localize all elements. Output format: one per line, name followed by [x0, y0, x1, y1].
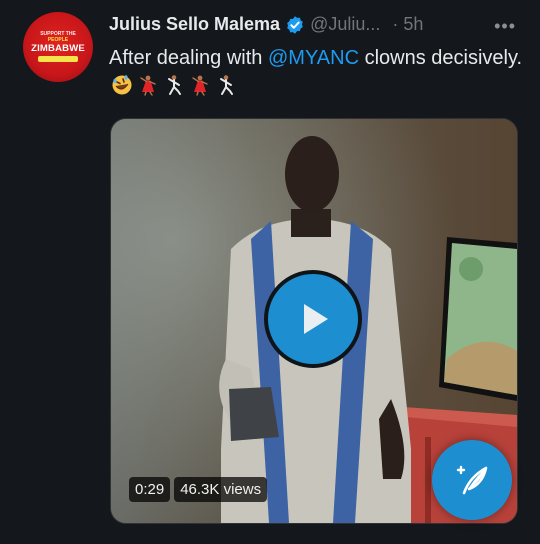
video-views: 46.3K views [174, 477, 268, 502]
timestamp[interactable]: 5h [403, 14, 423, 35]
play-button[interactable] [264, 270, 362, 368]
tweet: SUPPORT THE PEOPLE ZIMBABWE Julius Sello… [0, 0, 540, 544]
compose-feather-icon [456, 465, 488, 495]
dancer-emoji [189, 74, 211, 96]
tweet-header: Julius Sello Malema @Juliu... · 5h [109, 14, 423, 35]
tweet-text-end: clowns decisively. [359, 47, 523, 69]
mention-link[interactable]: @MYANC [268, 47, 359, 69]
avatar-banner [38, 56, 78, 63]
avatar-text-main: ZIMBABWE [31, 42, 85, 54]
man-dancing-emoji [163, 74, 185, 96]
tweet-text: After dealing with @MYANC clowns decisiv… [109, 44, 529, 104]
emoji-group [111, 74, 241, 104]
man-dancing-emoji [215, 74, 237, 96]
video-stats: 0:29 46.3K views [129, 477, 268, 502]
separator-dot: · [392, 14, 399, 34]
avatar-text-top: SUPPORT THE [40, 30, 76, 37]
verified-badge-icon [285, 15, 305, 35]
more-options-icon[interactable]: ••• [494, 16, 516, 37]
rolling-on-floor-laughing-emoji [111, 74, 133, 96]
author-handle[interactable]: @Juliu... [310, 14, 380, 35]
play-icon [304, 304, 328, 334]
tweet-text-start: After dealing with [109, 47, 268, 69]
author-name[interactable]: Julius Sello Malema [109, 14, 280, 35]
video-duration: 0:29 [129, 477, 171, 502]
tweet-actions-row [110, 538, 540, 544]
avatar-text-mid: PEOPLE [47, 36, 69, 43]
dancer-emoji [137, 74, 159, 96]
avatar[interactable]: SUPPORT THE PEOPLE ZIMBABWE [23, 12, 93, 82]
compose-tweet-button[interactable] [432, 440, 512, 520]
